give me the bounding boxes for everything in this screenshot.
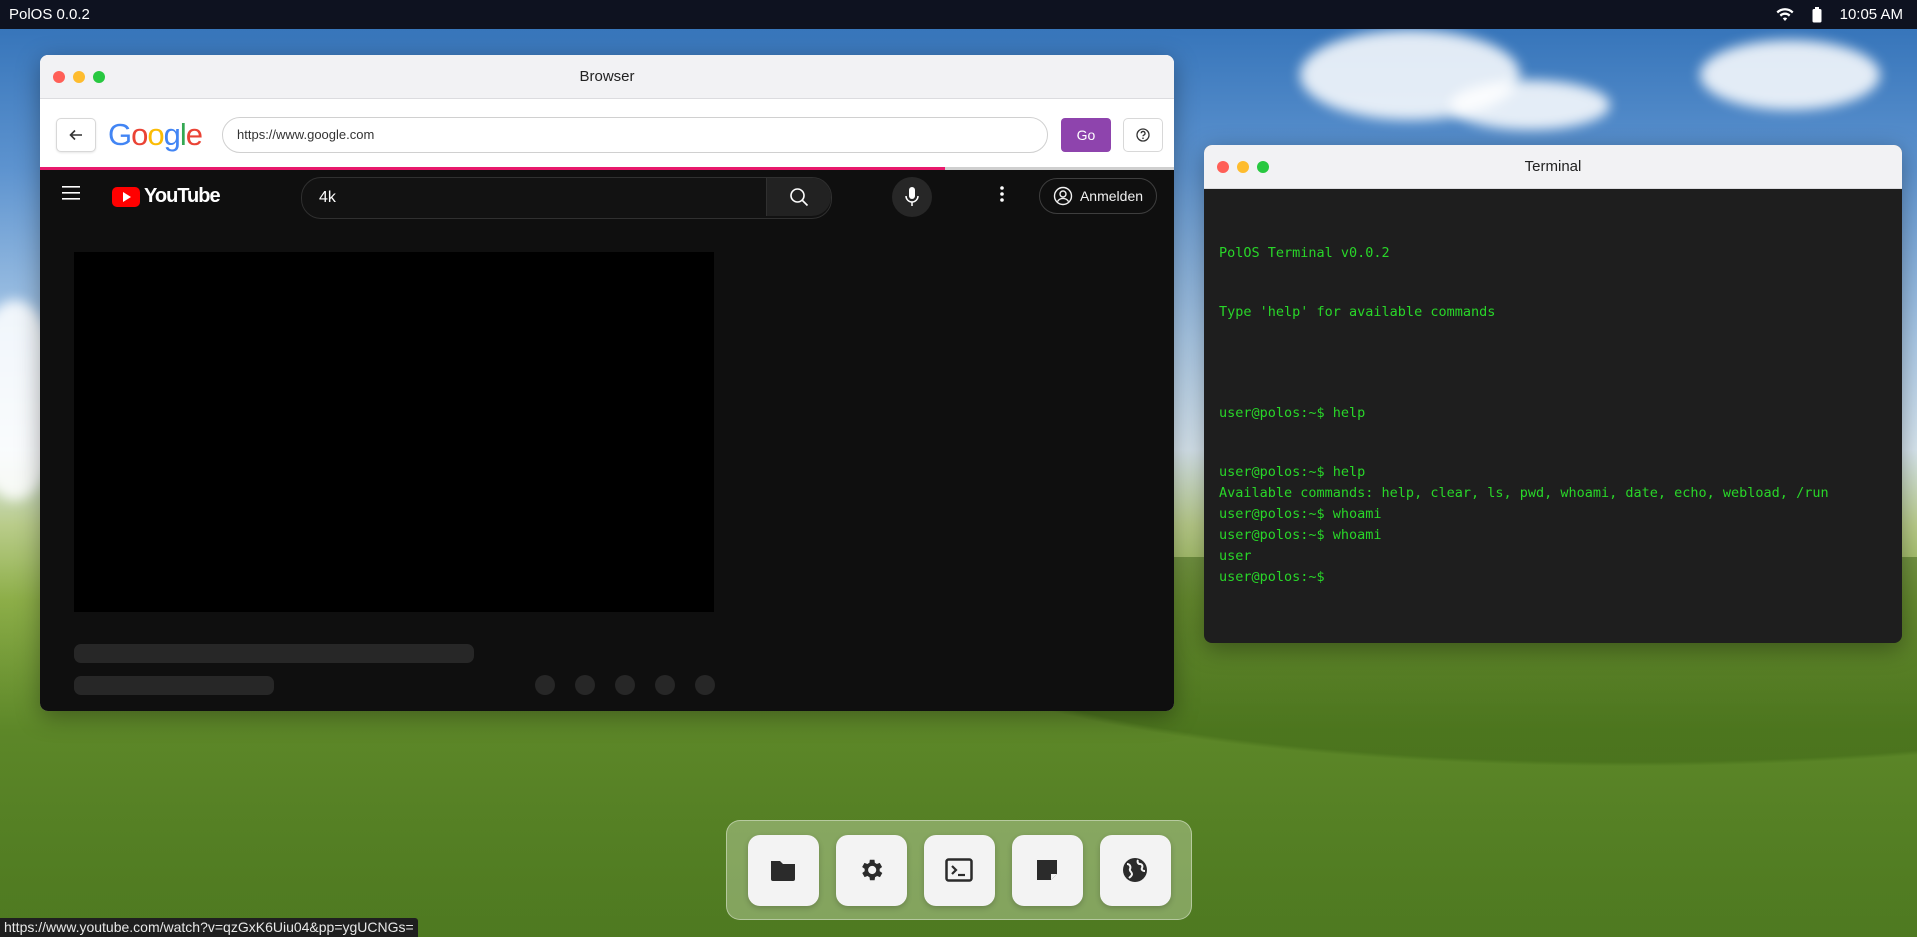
terminal-line: Type 'help' for available commands xyxy=(1219,304,1496,320)
maximize-window-button[interactable] xyxy=(93,70,105,83)
youtube-page: YouTube Anmelden xyxy=(40,170,1174,711)
menu-icon[interactable] xyxy=(62,186,80,205)
youtube-logo[interactable]: YouTube xyxy=(112,185,221,208)
account-icon xyxy=(1053,186,1073,206)
browser-titlebar[interactable]: Browser xyxy=(40,55,1174,99)
terminal-line: user@polos:~$ help xyxy=(1219,405,1366,421)
files-app-button[interactable] xyxy=(747,834,819,906)
cloud-decoration xyxy=(1700,40,1880,110)
minimize-window-button[interactable] xyxy=(73,70,85,83)
terminal-icon xyxy=(945,858,973,882)
video-player[interactable] xyxy=(74,252,714,612)
folder-icon xyxy=(771,861,795,881)
terminal-line: user@polos:~$ whoami xyxy=(1219,506,1382,522)
notes-icon xyxy=(1037,860,1057,880)
terminal-titlebar[interactable]: Terminal xyxy=(1204,145,1902,189)
window-title: Terminal xyxy=(1524,158,1582,175)
channel-placeholder xyxy=(74,676,274,695)
terminal-prompt[interactable]: user@polos:~$ xyxy=(1219,569,1325,585)
url-input[interactable] xyxy=(222,116,1049,153)
youtube-play-icon xyxy=(112,186,140,207)
action-placeholder xyxy=(575,675,595,695)
settings-app-button[interactable] xyxy=(835,834,907,906)
voice-search-button[interactable] xyxy=(892,177,932,217)
gear-icon xyxy=(862,859,883,881)
maximize-window-button[interactable] xyxy=(1257,160,1269,173)
back-button[interactable] xyxy=(56,117,96,152)
youtube-search-input[interactable] xyxy=(317,188,761,208)
action-placeholder xyxy=(655,675,675,695)
help-button[interactable] xyxy=(1123,117,1164,152)
more-options-icon[interactable] xyxy=(1000,186,1004,207)
microphone-icon xyxy=(905,187,919,206)
link-preview-statusbar: https://www.youtube.com/watch?v=qzGxK6Ui… xyxy=(0,918,418,937)
os-name: PolOS 0.0.2 xyxy=(9,6,90,23)
google-logo: Google xyxy=(108,117,203,152)
terminal-window: Terminal PolOS Terminal v0.0.2 Type 'hel… xyxy=(1204,145,1902,643)
browser-window: Browser Google Go YouTube xyxy=(40,55,1174,711)
dock xyxy=(726,820,1192,920)
cloud-decoration xyxy=(1450,80,1610,130)
search-icon xyxy=(790,188,809,207)
close-window-button[interactable] xyxy=(53,70,65,83)
browser-navbar: Google Go xyxy=(40,99,1174,170)
youtube-search-box xyxy=(301,177,832,219)
terminal-app-button[interactable] xyxy=(923,834,995,906)
terminal-line: user@polos:~$ help xyxy=(1219,464,1366,480)
go-button[interactable]: Go xyxy=(1061,117,1112,152)
youtube-header: YouTube Anmelden xyxy=(40,170,1174,225)
arrow-left-icon xyxy=(69,129,82,140)
terminal-line: PolOS Terminal v0.0.2 xyxy=(1219,245,1390,261)
action-placeholder xyxy=(615,675,635,695)
system-top-bar: PolOS 0.0.2 10:05 AM xyxy=(0,0,1917,29)
terminal-line: user@polos:~$ whoami xyxy=(1219,527,1382,543)
action-placeholder xyxy=(535,675,555,695)
globe-icon xyxy=(1123,858,1147,882)
action-placeholder xyxy=(695,675,715,695)
title-placeholder xyxy=(74,644,474,663)
notes-app-button[interactable] xyxy=(1011,834,1083,906)
battery-icon[interactable] xyxy=(1812,6,1822,23)
window-title: Browser xyxy=(579,68,635,85)
question-icon xyxy=(1136,127,1150,142)
browser-app-button[interactable] xyxy=(1099,834,1171,906)
youtube-search-button[interactable] xyxy=(766,178,831,216)
minimize-window-button[interactable] xyxy=(1237,160,1249,173)
terminal-line: user xyxy=(1219,548,1252,564)
terminal-line: Available commands: help, clear, ls, pwd… xyxy=(1219,485,1829,501)
sign-in-button[interactable]: Anmelden xyxy=(1039,178,1157,214)
clock[interactable]: 10:05 AM xyxy=(1840,6,1903,23)
wifi-icon[interactable] xyxy=(1776,7,1794,22)
close-window-button[interactable] xyxy=(1217,160,1229,173)
